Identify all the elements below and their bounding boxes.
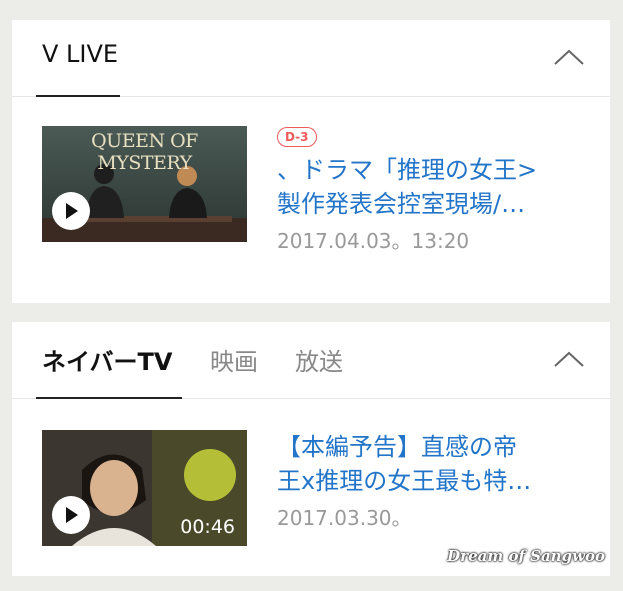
video-info: D-3 、ドラマ「推理の女王> 製作発表会控室現場/… 2017.04.03。1… (277, 126, 600, 254)
video-date: 2017.04.03。13:20 (277, 229, 470, 253)
video-item[interactable]: QUEEN OF MYSTERY D-3 、ドラマ「推理の女王> 製作発表会控室… (42, 126, 610, 253)
tab-underline (36, 95, 120, 97)
naver-tab-bar: ネイバーTV 映画 放送 (12, 322, 610, 399)
video-title-line2: 王x推理の女王最も特… (277, 467, 532, 495)
video-info: 【本編予告】直感の帝 王x推理の女王最も特… 2017.03.30。 (277, 430, 600, 531)
video-duration: 00:46 (180, 516, 235, 538)
video-title-line2: 製作発表会控室現場/… (277, 190, 526, 218)
video-thumbnail[interactable]: 00:46 (42, 430, 247, 546)
tab-movie[interactable]: 映画 (210, 342, 258, 377)
naver-tv-card: ネイバーTV 映画 放送 00:46 【本編予告】直感の帝 王x推理の女王最も特… (12, 322, 610, 576)
play-icon (66, 203, 78, 219)
video-title-line1: 、ドラマ「推理の女王> (277, 156, 538, 184)
vlive-header-label[interactable]: V LIVE (42, 40, 118, 68)
tab-naver-tv[interactable]: ネイバーTV (42, 342, 172, 377)
video-title-line1: 【本編予告】直感の帝 (277, 433, 517, 461)
video-title[interactable]: 、ドラマ「推理の女王> 製作発表会控室現場/… (277, 153, 600, 221)
vlive-header: V LIVE (12, 20, 610, 97)
tab-broadcast[interactable]: 放送 (295, 342, 343, 377)
play-button[interactable] (52, 496, 90, 534)
video-thumbnail[interactable]: QUEEN OF MYSTERY (42, 126, 247, 242)
play-icon (66, 507, 78, 523)
video-title[interactable]: 【本編予告】直感の帝 王x推理の女王最も特… (277, 430, 600, 498)
video-date: 2017.03.30。 (277, 506, 412, 530)
watermark: Dream of Sangwoo (447, 547, 605, 565)
tab-underline (36, 397, 182, 399)
chevron-up-icon (554, 49, 584, 65)
chevron-up-icon (554, 351, 584, 367)
collapse-button[interactable] (552, 42, 586, 72)
collapse-button[interactable] (552, 344, 586, 374)
thumbnail-title: QUEEN OF MYSTERY (91, 130, 198, 174)
play-button[interactable] (52, 192, 90, 230)
vlive-card: V LIVE QUEEN OF MYSTERY D-3 、ドラマ「推理の女王> … (12, 20, 610, 303)
d-day-badge: D-3 (277, 127, 317, 147)
video-item[interactable]: 00:46 【本編予告】直感の帝 王x推理の女王最も特… 2017.03.30。 (42, 430, 610, 546)
